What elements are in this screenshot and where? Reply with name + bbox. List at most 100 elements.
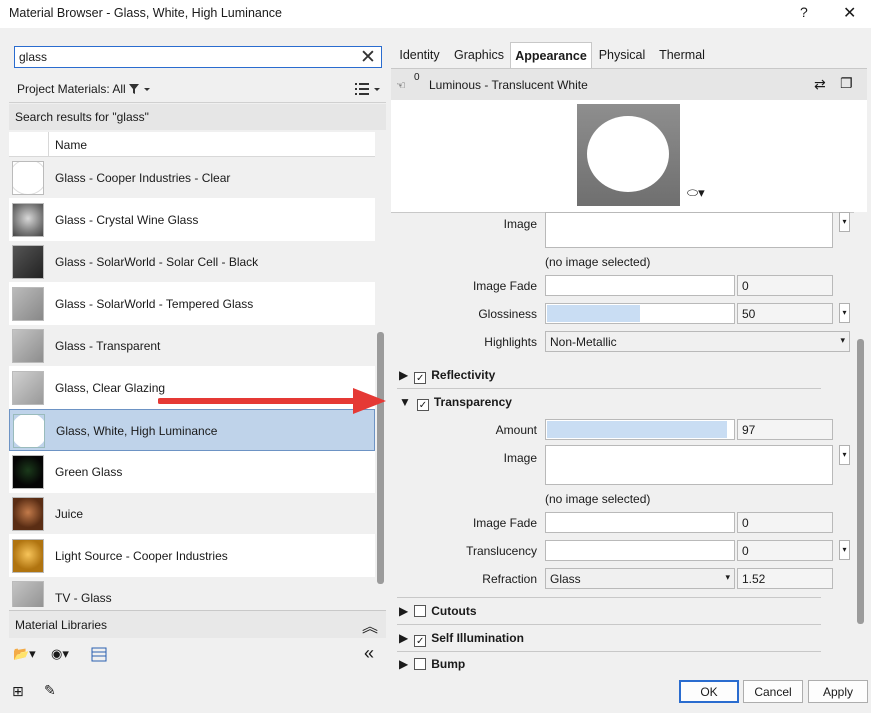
image-dropdown[interactable]: ▾ — [839, 212, 850, 232]
material-name: Juice — [55, 507, 84, 521]
image-slot[interactable] — [545, 212, 833, 248]
filter-icon[interactable] — [128, 83, 150, 95]
collapse-icon[interactable]: ▼ — [399, 395, 411, 409]
create-material-icon[interactable]: ◉▾ — [51, 646, 69, 662]
expand-icon[interactable]: ▶ — [399, 604, 408, 618]
list-item[interactable]: Light Source - Cooper Industries — [9, 535, 375, 577]
bump-checkbox[interactable] — [414, 658, 427, 670]
amount-slider[interactable] — [545, 419, 735, 440]
transparency-section[interactable]: ▼ ✓ Transparency — [399, 395, 512, 411]
reflectivity-section[interactable]: ▶ ✓ Reflectivity — [399, 368, 495, 384]
ok-button[interactable]: OK — [679, 680, 739, 703]
properties-scrollbar[interactable] — [854, 212, 867, 670]
list-item[interactable]: Juice — [9, 493, 375, 535]
tab-thermal[interactable]: Thermal — [652, 42, 712, 68]
bump-section[interactable]: ▶ Bump — [399, 657, 465, 671]
glossiness-value[interactable]: 50 — [737, 303, 833, 324]
apply-button[interactable]: Apply — [808, 680, 868, 703]
transparency-image-fade-value[interactable]: 0 — [737, 512, 833, 533]
list-item[interactable]: Glass - Transparent — [9, 325, 375, 367]
reflectivity-checkbox[interactable]: ✓ — [414, 372, 427, 384]
refraction-value[interactable]: 1.52 — [737, 568, 833, 589]
material-name: Light Source - Cooper Industries — [55, 549, 228, 563]
tab-identity[interactable]: Identity — [391, 42, 448, 68]
amount-value[interactable]: 97 — [737, 419, 833, 440]
transparency-image-dropdown[interactable]: ▾ — [839, 445, 850, 465]
expand-icon[interactable]: ▶ — [399, 657, 408, 671]
tab-appearance[interactable]: Appearance — [510, 42, 592, 68]
glossiness-slider[interactable] — [545, 303, 735, 324]
translucency-slider[interactable] — [545, 540, 735, 561]
cutouts-checkbox[interactable] — [414, 605, 427, 617]
properties-scroll-thumb[interactable] — [857, 339, 864, 624]
list-item[interactable]: Glass - Cooper Industries - Clear — [9, 157, 375, 199]
collapse-left-icon[interactable]: « — [364, 643, 374, 664]
clear-search-icon[interactable]: ✕ — [360, 46, 376, 69]
material-name: Glass - Transparent — [55, 339, 161, 353]
material-thumbnail — [12, 203, 44, 237]
tab-physical[interactable]: Physical — [592, 42, 652, 68]
list-item[interactable]: Glass - SolarWorld - Solar Cell - Black — [9, 241, 375, 283]
list-item[interactable]: Glass - SolarWorld - Tempered Glass — [9, 283, 375, 325]
list-item[interactable]: Glass - Crystal Wine Glass — [9, 199, 375, 241]
material-editor-icon[interactable]: ⊞ — [12, 683, 24, 700]
collapse-up-icon[interactable]: ︽ — [362, 613, 378, 637]
divider — [397, 597, 821, 598]
tab-graphics[interactable]: Graphics — [448, 42, 510, 68]
material-name: TV - Glass — [55, 591, 112, 605]
thumbnail-column-header[interactable] — [9, 132, 49, 157]
search-input[interactable]: glass ✕ — [14, 46, 382, 68]
list-item[interactable]: TV - Glass — [9, 577, 375, 607]
window-title: Material Browser - Glass, White, High Lu… — [9, 6, 283, 20]
highlights-value: Non-Metallic — [550, 335, 617, 349]
view-options-icon[interactable] — [354, 82, 384, 96]
search-results-header: Search results for "glass" — [9, 104, 386, 130]
image-fade-slider[interactable] — [545, 275, 735, 296]
material-libraries-bar[interactable]: Material Libraries ︽ — [9, 610, 386, 638]
material-thumbnail — [12, 581, 44, 607]
cutouts-section[interactable]: ▶ Cutouts — [399, 604, 477, 618]
hand-icon: ☜ — [396, 80, 406, 92]
project-materials-label[interactable]: Project Materials: All — [17, 82, 126, 96]
replace-asset-icon[interactable]: ⇄ — [814, 76, 826, 93]
appearance-properties: Image ▾ (no image selected) Image Fade 0… — [391, 212, 854, 671]
material-name: Glass - Cooper Industries - Clear — [55, 171, 231, 185]
list-scrollbar[interactable] — [375, 132, 386, 607]
transparency-image-fade-slider[interactable] — [545, 512, 735, 533]
list-scroll-thumb[interactable] — [377, 332, 384, 584]
list-item[interactable]: Green Glass — [9, 451, 375, 493]
edit-icon[interactable]: ✎ — [44, 682, 56, 699]
self-illumination-checkbox[interactable]: ✓ — [414, 635, 427, 647]
material-thumbnail — [12, 539, 44, 573]
cancel-button[interactable]: Cancel — [743, 680, 803, 703]
translucency-value[interactable]: 0 — [737, 540, 833, 561]
refraction-select-value: Glass — [550, 572, 581, 586]
glossiness-dropdown[interactable]: ▾ — [839, 303, 850, 323]
name-column-header[interactable]: Name — [55, 138, 87, 152]
self-illumination-section[interactable]: ▶ ✓ Self Illumination — [399, 631, 524, 647]
translucency-label: Translucency — [466, 544, 537, 558]
refraction-select[interactable]: Glass ▾ — [545, 568, 735, 589]
transparency-image-slot[interactable] — [545, 445, 833, 485]
translucency-dropdown[interactable]: ▾ — [839, 540, 850, 560]
help-button[interactable]: ? — [800, 4, 808, 20]
refraction-label: Refraction — [482, 572, 537, 586]
transparency-checkbox[interactable]: ✓ — [416, 399, 429, 411]
asset-browser-icon[interactable] — [91, 647, 107, 663]
expand-icon[interactable]: ▶ — [399, 368, 408, 382]
material-list[interactable]: Name Glass - Cooper Industries - Clear G… — [9, 132, 375, 607]
image-fade-value[interactable]: 0 — [737, 275, 833, 296]
expand-icon[interactable]: ▶ — [399, 631, 408, 645]
material-thumbnail — [12, 161, 44, 195]
open-library-icon[interactable]: 📂▾ — [13, 646, 36, 662]
highlights-select[interactable]: Non-Metallic ▾ — [545, 331, 850, 352]
no-image-text: (no image selected) — [545, 255, 651, 269]
material-thumbnail — [12, 371, 44, 405]
asset-usage-count: 0 — [414, 72, 420, 83]
transparency-image-fade-label: Image Fade — [472, 516, 537, 530]
search-value: glass — [19, 50, 48, 64]
self-illumination-label: Self Illumination — [431, 631, 524, 645]
close-button[interactable]: ✕ — [843, 3, 856, 23]
duplicate-asset-icon[interactable]: ❐ — [840, 75, 853, 92]
preview-options-icon[interactable]: ⬭▾ — [687, 185, 705, 201]
